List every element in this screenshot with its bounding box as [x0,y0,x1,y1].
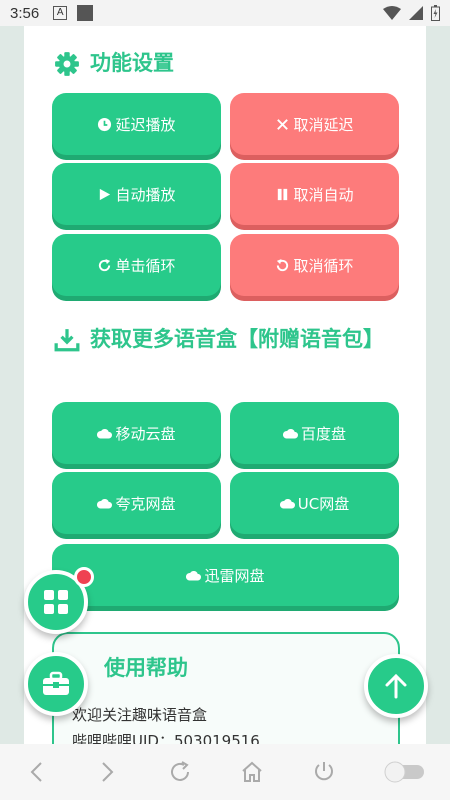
toolbox-icon [43,671,69,695]
cancel-auto-label: 取消自动 [293,185,354,204]
toggle-icon [384,761,424,783]
gear-icon [55,52,79,76]
baidu-button[interactable]: 百度盘 [230,402,399,464]
cloud-icon [282,428,298,438]
cancel-auto-button[interactable]: 取消自动 [230,163,399,225]
uc-button[interactable]: UC网盘 [230,472,399,534]
delay-play-button[interactable]: 延迟播放 [52,93,221,155]
pause-icon [278,188,288,200]
keyboard-indicator-icon: A [53,6,68,20]
undo-icon [277,258,289,271]
mobile-cloud-button[interactable]: 移动云盘 [52,402,221,464]
cancel-delay-label: 取消延迟 [293,115,354,134]
help-card [52,632,400,744]
auto-play-label: 自动播放 [115,185,176,204]
scroll-top-button[interactable] [364,654,428,718]
signal-icon [409,6,423,20]
download-icon [54,329,80,352]
download-section-title: 获取更多语音盒【附赠语音包】 [54,324,384,355]
arrow-up-icon [385,673,407,699]
cancel-loop-label: 取消循环 [293,256,354,275]
redo-icon [99,258,111,271]
battery-icon [431,5,440,21]
status-time: 3:56 [10,4,40,22]
play-icon [100,188,111,200]
settings-section-title: 功能设置 [54,48,174,79]
download-title-text: 获取更多语音盒【附赠语音包】 [90,327,384,351]
auto-play-button[interactable]: 自动播放 [52,163,221,225]
uc-label: UC网盘 [297,494,350,513]
notification-badge [74,567,94,587]
notification-icon [77,5,94,21]
mobile-cloud-label: 移动云盘 [115,424,176,443]
cloud-icon [186,570,202,580]
grid-icon [44,590,68,614]
cloud-icon [279,498,295,508]
wifi-icon [383,6,401,20]
power-button[interactable] [310,758,338,786]
main-content: 功能设置 延迟播放 取消延迟 自动播放 取消自动 单击循环 取消循环 获取更多语… [24,26,426,744]
single-loop-label: 单击循环 [115,256,176,275]
cloud-icon [97,428,113,438]
back-icon [30,762,42,782]
single-loop-button[interactable]: 单击循环 [52,234,221,296]
quark-label: 夸克网盘 [115,494,176,513]
close-icon [277,118,289,130]
cancel-delay-button[interactable]: 取消延迟 [230,93,399,155]
home-button[interactable] [238,758,266,786]
browser-nav-bar [0,744,450,800]
power-icon [315,762,333,781]
refresh-button[interactable] [166,758,194,786]
xunlei-label: 迅雷网盘 [204,566,265,585]
toggle-switch[interactable] [382,758,428,786]
forward-button[interactable] [94,758,122,786]
toolbox-button[interactable] [24,652,88,716]
back-button[interactable] [22,758,50,786]
quark-button[interactable]: 夸克网盘 [52,472,221,534]
help-title: 使用帮助 [104,656,188,680]
baidu-label: 百度盘 [300,424,346,443]
cancel-loop-button[interactable]: 取消循环 [230,234,399,296]
settings-title-text: 功能设置 [90,51,174,75]
forward-icon [102,762,114,782]
clock-icon [98,117,112,131]
help-line-follow: 欢迎关注趣味语音盒 [72,706,208,724]
help-line-uid: 哔哩哔哩UID：503019516 [72,732,260,744]
refresh-icon [171,761,189,781]
delay-play-label: 延迟播放 [115,115,176,134]
status-bar: 3:56 A [0,0,450,26]
cloud-icon [97,498,113,508]
xunlei-button[interactable]: 迅雷网盘 [52,544,399,606]
home-icon [242,761,262,782]
